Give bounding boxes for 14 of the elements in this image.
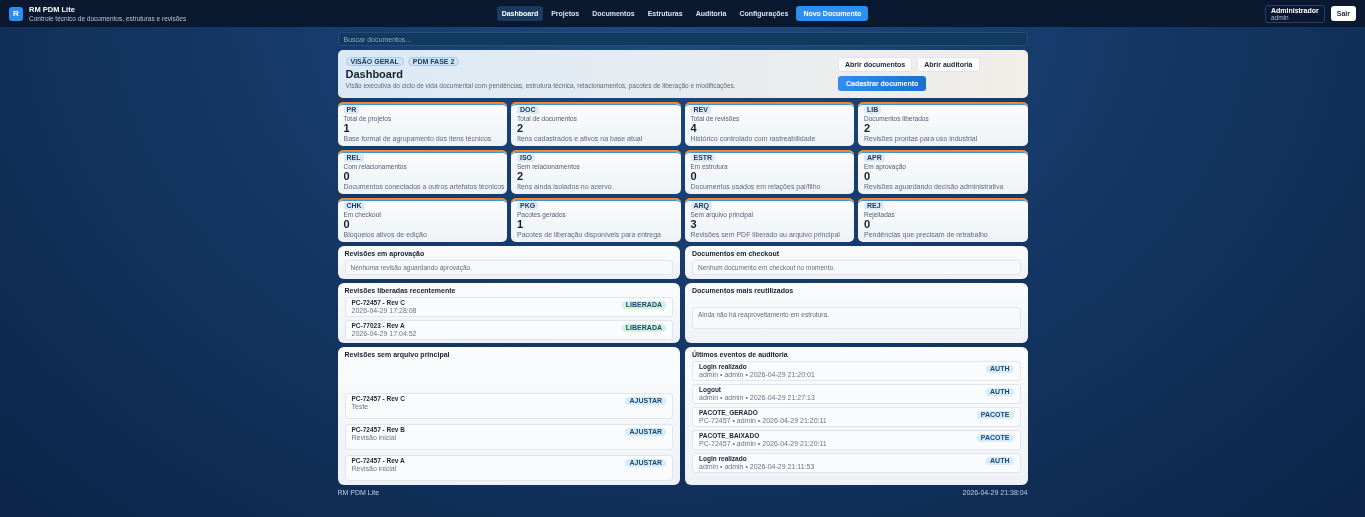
stat-value: 3 bbox=[690, 219, 698, 230]
stat-value: 0 bbox=[864, 219, 871, 230]
app-logo: R bbox=[9, 6, 23, 21]
page-title: Dashboard bbox=[345, 68, 404, 81]
stat-value: 0 bbox=[690, 171, 698, 182]
stat-value: 2 bbox=[517, 123, 525, 134]
stat-value: 0 bbox=[343, 219, 351, 230]
stat-value: 0 bbox=[343, 171, 351, 182]
stat-value: 0 bbox=[864, 171, 872, 182]
stat-value: 2 bbox=[517, 171, 525, 182]
stat-value: 4 bbox=[690, 123, 698, 134]
stat-value: 2 bbox=[864, 123, 872, 134]
stat-value: 1 bbox=[517, 219, 525, 230]
stat-value: 1 bbox=[343, 123, 351, 134]
